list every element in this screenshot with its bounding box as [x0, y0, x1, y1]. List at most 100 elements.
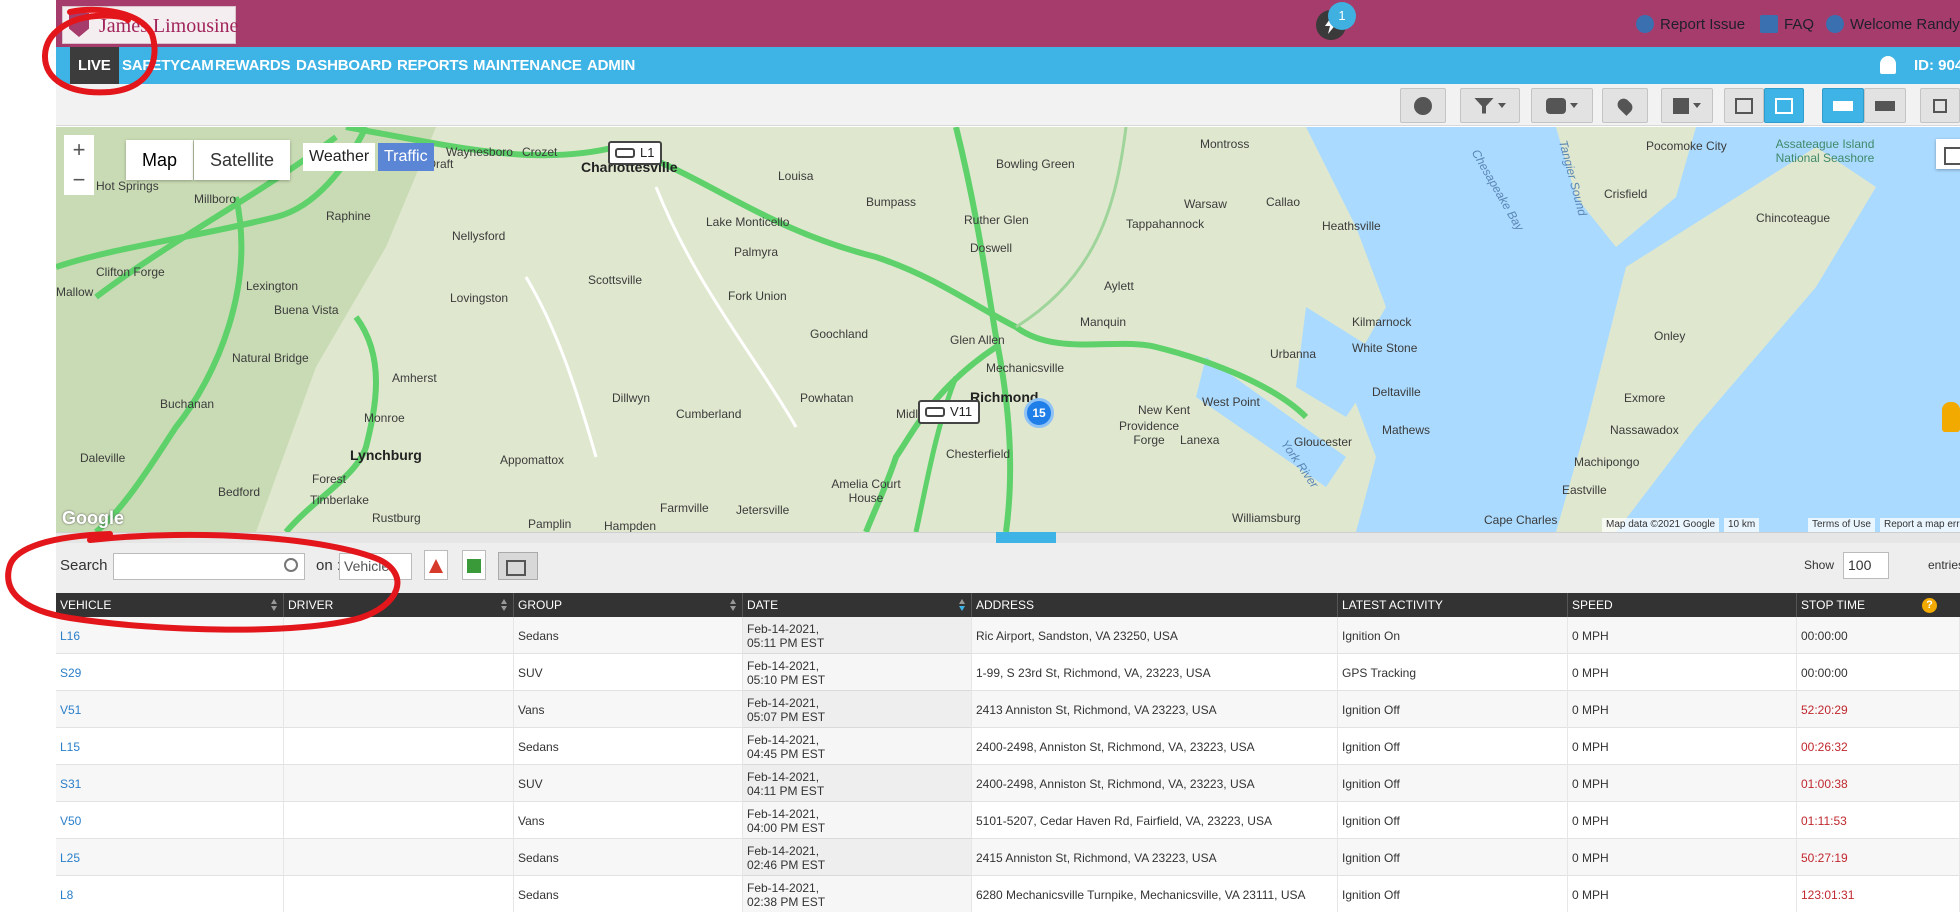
nav-safetycam[interactable]: SAFETYCAM: [122, 47, 214, 84]
map-label: Chincoteague: [1756, 211, 1831, 225]
column-header-speed[interactable]: SPEED: [1568, 593, 1797, 617]
nav-maintenance[interactable]: MAINTENANCE: [473, 47, 582, 84]
table-row[interactable]: V50 Vans Feb-14-2021, 04:00 PM EST 5101-5207…: [56, 802, 1960, 839]
vehicle-marker-l1[interactable]: L1: [608, 141, 663, 165]
map-label: Millboro: [194, 192, 237, 206]
map-label: Bumpass: [866, 195, 917, 209]
date-label: Feb-14-2021,: [747, 621, 820, 636]
search-icon[interactable]: [284, 558, 298, 572]
bell-icon[interactable]: [1880, 56, 1896, 74]
search-field-select[interactable]: Vehicle: [339, 553, 412, 580]
cell-date: Feb-14-2021, 05:07 PM EST: [743, 691, 972, 728]
terms-link[interactable]: Terms of Use: [1808, 518, 1875, 532]
cell-vehicle[interactable]: S29: [56, 654, 284, 691]
logo-text: James Limousine: [99, 15, 239, 37]
cell-stop-time: 52:20:29: [1797, 691, 1960, 728]
nav-reports[interactable]: REPORTS: [397, 47, 468, 84]
table-row[interactable]: L25 Sedans Feb-14-2021, 02:46 PM EST 2415 An…: [56, 839, 1960, 876]
vehicle-cluster[interactable]: 15: [1024, 398, 1054, 428]
logo[interactable]: James Limousine: [62, 6, 239, 44]
date-label: Feb-14-2021,: [747, 806, 820, 821]
traffic-layer-button[interactable]: Traffic: [378, 143, 434, 171]
map-label: Lake Monticello: [706, 215, 790, 229]
nav-live[interactable]: LIVE: [70, 47, 119, 84]
cell-vehicle[interactable]: V51: [56, 691, 284, 728]
map-type-satellite[interactable]: Satellite: [194, 140, 291, 180]
shield-icon: [69, 13, 89, 37]
page-size-select[interactable]: 100: [1843, 552, 1889, 579]
time-label: 04:00 PM EST: [747, 820, 826, 835]
show-labels-button[interactable]: [1822, 88, 1864, 123]
filter-button[interactable]: [1460, 88, 1520, 123]
column-header-vehicle[interactable]: VEHICLE: [56, 593, 284, 617]
vehicle-marker-v11[interactable]: V11: [918, 400, 981, 424]
geofence-button[interactable]: [1661, 88, 1713, 123]
refresh-icon: [1414, 96, 1432, 115]
zoom-in-button[interactable]: +: [64, 135, 94, 165]
column-header-driver[interactable]: DRIVER: [284, 593, 514, 617]
table-row[interactable]: L16 Sedans Feb-14-2021, 05:11 PM EST Ric Air…: [56, 617, 1960, 654]
splitter-handle[interactable]: [996, 532, 1056, 543]
cell-date: Feb-14-2021, 05:10 PM EST: [743, 654, 972, 691]
cell-vehicle[interactable]: L15: [56, 728, 284, 765]
map-label: Natural Bridge: [232, 351, 309, 365]
split-horizontal-button[interactable]: [1764, 88, 1804, 123]
map-label: Ruther Glen: [964, 213, 1029, 227]
split-vertical-button[interactable]: [1724, 88, 1764, 123]
column-visibility-button[interactable]: [498, 552, 538, 580]
cell-vehicle[interactable]: V50: [56, 802, 284, 839]
table-row[interactable]: L8 Sedans Feb-14-2021, 02:38 PM EST 6280 Mec…: [56, 876, 1960, 912]
date-label: Feb-14-2021,: [747, 880, 820, 895]
location-button[interactable]: [1602, 88, 1648, 123]
cell-latest-activity: GPS Tracking: [1338, 654, 1568, 691]
map-label: Forest: [312, 472, 347, 486]
hide-labels-button[interactable]: [1864, 88, 1906, 123]
map-fullscreen-button[interactable]: [1936, 139, 1960, 169]
map-label: Appomattox: [500, 453, 565, 467]
chevron-down-icon: [1693, 103, 1701, 108]
column-header-address[interactable]: ADDRESS: [972, 593, 1338, 617]
notification-count-badge[interactable]: 1: [1328, 2, 1356, 30]
column-header-group[interactable]: GROUP: [514, 593, 743, 617]
map-type-map[interactable]: Map: [126, 140, 194, 180]
vehicle-select-button[interactable]: [1531, 88, 1593, 123]
report-issue-link[interactable]: Report Issue: [1636, 13, 1745, 35]
fullscreen-button[interactable]: [1920, 88, 1960, 123]
faq-link[interactable]: FAQ: [1760, 13, 1814, 35]
cell-vehicle[interactable]: L8: [56, 876, 284, 912]
table-row[interactable]: S31 SUV Feb-14-2021, 04:11 PM EST 2400-2498,…: [56, 765, 1960, 802]
export-excel-icon[interactable]: [462, 550, 486, 580]
search-input[interactable]: [114, 554, 274, 579]
live-map[interactable]: Waynesboro Crozet Charlottesville Stuart…: [56, 127, 1960, 532]
nav-admin[interactable]: ADMIN: [587, 47, 635, 84]
cell-stop-time: 123:01:31: [1797, 876, 1960, 912]
export-pdf-icon[interactable]: [424, 550, 448, 580]
cell-latest-activity: Ignition Off: [1338, 839, 1568, 876]
table-row[interactable]: S29 SUV Feb-14-2021, 05:10 PM EST 1-99, S 23…: [56, 654, 1960, 691]
nav-dashboard[interactable]: DASHBOARD: [296, 47, 392, 84]
zoom-out-button[interactable]: −: [64, 165, 94, 195]
help-icon[interactable]: ?: [1922, 598, 1937, 613]
street-view-pegman-icon[interactable]: [1942, 402, 1960, 432]
weather-layer-button[interactable]: Weather: [303, 143, 376, 171]
cell-vehicle[interactable]: L16: [56, 617, 284, 654]
cell-vehicle[interactable]: L25: [56, 839, 284, 876]
column-header-latest-activity[interactable]: LATEST ACTIVITY: [1338, 593, 1568, 617]
refresh-button[interactable]: [1400, 88, 1446, 123]
map-label: Rustburg: [372, 511, 421, 525]
table-row[interactable]: V51 Vans Feb-14-2021, 05:07 PM EST 2413 Anni…: [56, 691, 1960, 728]
welcome-label: Welcome Randy: [1850, 15, 1960, 33]
cell-vehicle[interactable]: S31: [56, 765, 284, 802]
nav-rewards[interactable]: REWARDS: [215, 47, 290, 84]
show-label: Show: [1804, 558, 1835, 572]
column-header-date[interactable]: DATE: [743, 593, 972, 617]
table-row[interactable]: L15 Sedans Feb-14-2021, 04:45 PM EST 2400-24…: [56, 728, 1960, 765]
van-icon: [925, 407, 945, 417]
search-field[interactable]: [113, 553, 305, 580]
map-label: Mallow: [56, 285, 94, 299]
column-header-label: ADDRESS: [976, 598, 1035, 612]
time-label: 05:10 PM EST: [747, 672, 826, 687]
column-header-label: DATE: [747, 598, 779, 612]
user-menu[interactable]: Welcome Randy: [1826, 13, 1960, 35]
report-map-error-link[interactable]: Report a map error: [1880, 518, 1960, 532]
